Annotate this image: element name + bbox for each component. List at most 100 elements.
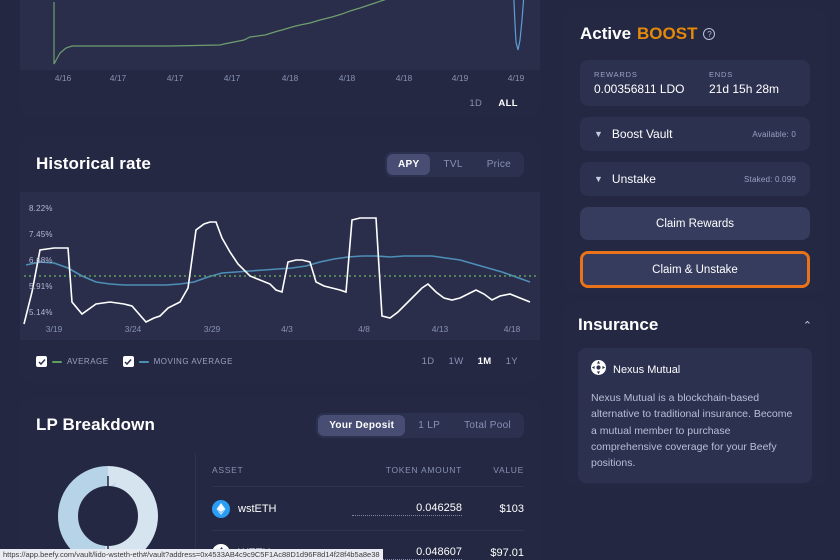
hist-range-1d[interactable]: 1D — [416, 353, 441, 370]
unstake-staked: Staked: 0.099 — [744, 174, 796, 184]
historical-metric-tabs: APY TVL Price — [384, 151, 524, 177]
chevron-down-icon: ▼ — [594, 129, 603, 139]
lp-breakdown-header: LP Breakdown Your Deposit 1 LP Total Poo… — [20, 397, 540, 453]
asset-value: $97.01 — [490, 546, 524, 559]
hist-range-1y[interactable]: 1Y — [500, 353, 524, 370]
lp-donut-chart — [57, 466, 158, 560]
price-x-0: 4/16 — [54, 73, 72, 83]
boost-title-prefix: Active — [580, 24, 632, 43]
insurance-provider-name: Nexus Mutual — [613, 364, 681, 376]
price-x-8: 4/19 — [507, 73, 525, 83]
browser-status-bar: https://app.beefy.com/vault/lido-wsteth-… — [0, 549, 383, 560]
price-x-4: 4/18 — [281, 73, 299, 83]
price-x-2: 4/17 — [166, 73, 184, 83]
hist-x-6: 4/18 — [503, 324, 521, 334]
hist-range-1w[interactable]: 1W — [443, 353, 470, 370]
boost-ends-label: ENDS — [709, 70, 734, 79]
boost-vault-label: Boost Vault — [611, 127, 673, 141]
legend-average-label: AVERAGE — [67, 357, 109, 366]
hist-x-4: 4/8 — [358, 324, 370, 334]
tab-tvl[interactable]: TVL — [432, 154, 473, 175]
checkbox-moving-average-icon[interactable] — [122, 356, 134, 367]
legend-row: AVERAGE MOVING AVERAGE — [36, 356, 233, 367]
left-column: 0.100 0.100 0.100 $206.76 $203.11 $199.4… — [0, 0, 560, 560]
price-x-3: 4/17 — [223, 73, 241, 83]
legend-moving-average-swatch — [138, 360, 149, 363]
table-row[interactable]: wstETH 0.046258 $103 — [212, 487, 524, 531]
hist-y-2: 6.68% — [29, 256, 53, 265]
insurance-description: Nexus Mutual is a blockchain-based alter… — [591, 392, 793, 470]
boost-rewards-stat: REWARDS 0.00356811 LDO — [594, 70, 709, 96]
chevron-up-icon[interactable]: ⌃ — [803, 319, 812, 332]
token-amount: 0.046258 — [352, 502, 462, 516]
wsteth-token-icon — [212, 499, 230, 518]
boost-vault-row[interactable]: ▼ Boost Vault Available: 0 — [580, 117, 810, 151]
legend-moving-average-label: MOVING AVERAGE — [153, 357, 233, 366]
price-chart-svg — [53, 0, 525, 65]
insurance-card: Insurance ⌃ Nexus Mutual Nexus Mutual is… — [564, 301, 826, 487]
tab-one-lp[interactable]: 1 LP — [407, 415, 451, 436]
hist-x-0: 3/19 — [45, 324, 63, 334]
insurance-brand: Nexus Mutual — [591, 360, 799, 380]
asset-cell: wstETH — [212, 499, 352, 518]
lp-breakdown-title: LP Breakdown — [36, 415, 155, 434]
insurance-provider-box: Nexus Mutual Nexus Mutual is a blockchai… — [578, 348, 812, 484]
hist-x-3: 4/3 — [281, 324, 293, 334]
question-circle-icon[interactable]: ? — [703, 28, 716, 40]
right-column: Active BOOST ? REWARDS 0.00356811 LDO EN… — [560, 0, 840, 560]
legend-average-swatch — [52, 360, 62, 363]
column-asset: ASSET — [212, 464, 244, 475]
tab-your-deposit[interactable]: Your Deposit — [318, 414, 406, 436]
price-x-5: 4/18 — [338, 73, 356, 83]
claim-rewards-button[interactable]: Claim Rewards — [580, 207, 810, 240]
price-chart-body: 0.100 0.100 0.100 $206.76 $203.11 $199.4… — [20, 0, 540, 83]
legend-moving-average[interactable]: MOVING AVERAGE — [122, 356, 233, 367]
asset-value: $103 — [499, 502, 524, 515]
hist-y-0: 8.22% — [29, 204, 53, 213]
lp-breakdown-card: LP Breakdown Your Deposit 1 LP Total Poo… — [20, 397, 540, 560]
boost-rewards-value: 0.00356811 LDO — [594, 82, 685, 96]
historical-rate-card: Historical rate APY TVL Price 8.22% 7.45… — [20, 136, 540, 383]
historical-rate-xaxis: 3/19 3/24 3/29 4/3 4/8 4/13 4/18 — [20, 324, 540, 338]
active-boost-title: Active BOOST ? — [580, 24, 810, 44]
legend-average[interactable]: AVERAGE — [36, 356, 109, 367]
unstake-label: Unstake — [611, 172, 656, 186]
historical-range-group: 1D 1W 1M 1Y — [416, 353, 524, 370]
hist-y-1: 7.45% — [29, 230, 53, 239]
lp-donut-container — [20, 453, 196, 560]
insurance-header[interactable]: Insurance ⌃ — [578, 315, 812, 335]
status-bar-url: https://app.beefy.com/vault/lido-wsteth-… — [3, 550, 380, 559]
price-range-1d[interactable]: 1D — [463, 95, 488, 112]
unstake-row[interactable]: ▼ Unstake Staked: 0.099 — [580, 162, 810, 196]
tab-price[interactable]: Price — [476, 154, 522, 175]
active-boost-card: Active BOOST ? REWARDS 0.00356811 LDO EN… — [564, 8, 826, 293]
boost-stats: REWARDS 0.00356811 LDO ENDS 21d 15h 28m — [580, 60, 810, 106]
price-x-6: 4/18 — [395, 73, 413, 83]
claim-and-unstake-button[interactable]: Claim & Unstake — [583, 254, 807, 285]
price-chart-range-group: 1D ALL — [20, 88, 540, 118]
price-x-1: 4/17 — [109, 73, 127, 83]
column-token-amount: TOKEN AMOUNT — [385, 464, 462, 475]
hist-x-5: 4/13 — [431, 324, 449, 334]
historical-rate-header: Historical rate APY TVL Price — [20, 136, 540, 192]
price-chart-card: 0.100 0.100 0.100 $206.76 $203.11 $199.4… — [20, 0, 540, 118]
boost-rewards-label: REWARDS — [594, 70, 638, 79]
price-chart-xaxis: 4/16 4/17 4/17 4/17 4/18 4/18 4/18 4/19 … — [20, 73, 540, 89]
hist-x-1: 3/24 — [124, 324, 142, 334]
nexus-mutual-logo-icon — [591, 360, 606, 380]
column-value: VALUE — [493, 464, 524, 475]
boost-ends-value: 21d 15h 28m — [709, 82, 780, 96]
hist-x-2: 3/29 — [203, 324, 221, 334]
historical-rate-svg — [23, 217, 536, 325]
tab-total-pool[interactable]: Total Pool — [453, 415, 522, 436]
hist-y-4: 5.14% — [29, 308, 53, 317]
historical-rate-footer: AVERAGE MOVING AVERAGE 1D 1W 1M 1Y — [20, 340, 540, 383]
price-x-7: 4/19 — [451, 73, 469, 83]
app-page: 0.100 0.100 0.100 $206.76 $203.11 $199.4… — [0, 0, 840, 560]
boost-ends-stat: ENDS 21d 15h 28m — [709, 70, 779, 96]
price-range-all[interactable]: ALL — [492, 95, 524, 112]
tab-apy[interactable]: APY — [386, 153, 431, 175]
checkbox-average-icon[interactable] — [36, 356, 47, 367]
lp-asset-table: ASSET TOKEN AMOUNT VALUE wstETH 0.046258… — [196, 453, 540, 560]
hist-range-1m[interactable]: 1M — [472, 353, 498, 370]
